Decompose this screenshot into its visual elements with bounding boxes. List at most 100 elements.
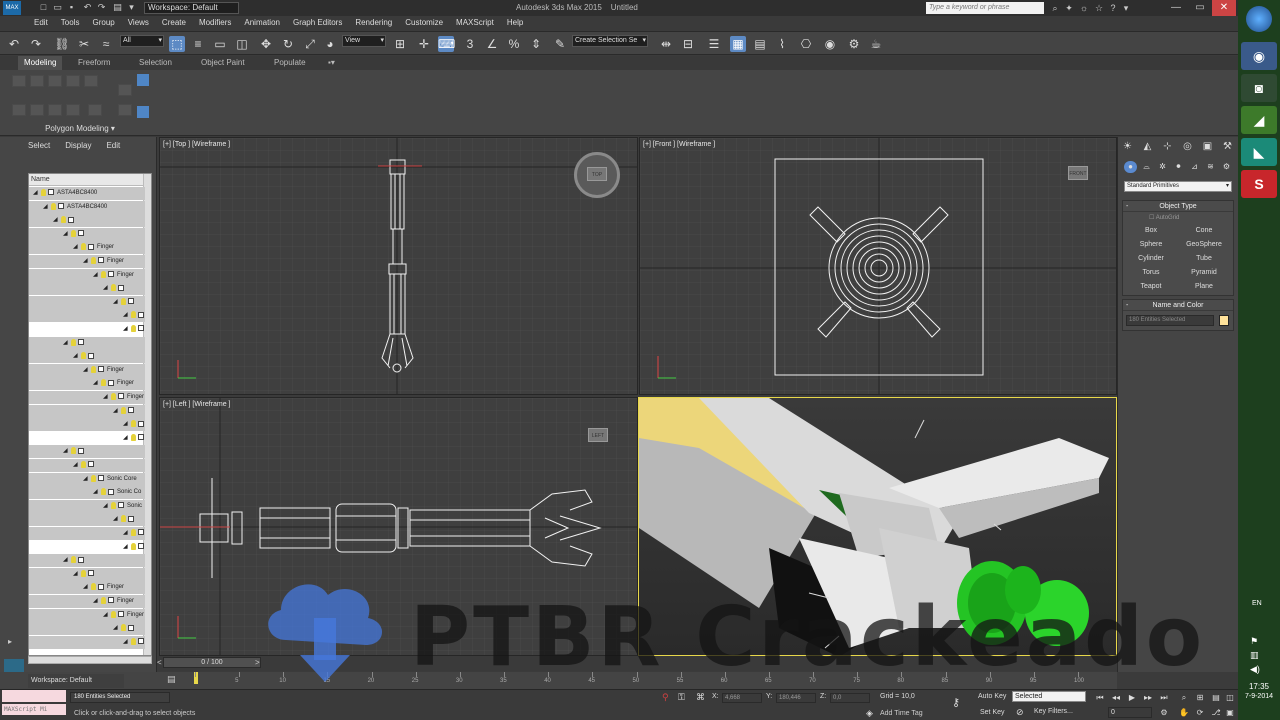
current-frame-field[interactable]: 0 bbox=[1108, 707, 1152, 718]
scene-tree-row[interactable]: ◢ bbox=[29, 554, 145, 568]
scene-tree-row[interactable]: ◢ bbox=[29, 418, 145, 432]
walk-through-icon[interactable]: ⎇ bbox=[1210, 707, 1222, 719]
select-object-icon[interactable]: ⬚ bbox=[169, 36, 185, 52]
expand-icon[interactable]: ◢ bbox=[113, 296, 119, 309]
menu-group[interactable]: Group bbox=[92, 16, 114, 30]
pivot-center-icon[interactable]: ⊞ bbox=[392, 36, 408, 52]
expand-icon[interactable]: ◢ bbox=[93, 269, 99, 282]
menu-help[interactable]: Help bbox=[507, 16, 523, 30]
3dsmax-taskbar-icon[interactable]: ◙ bbox=[1241, 74, 1277, 102]
viewcube-face[interactable]: TOP bbox=[587, 167, 607, 181]
expand-icon[interactable]: ◢ bbox=[93, 377, 99, 390]
expand-icon[interactable]: ◢ bbox=[73, 568, 79, 581]
column-header-name[interactable]: Name bbox=[29, 174, 145, 186]
visibility-bulb-icon[interactable] bbox=[131, 528, 136, 536]
volume-icon[interactable]: ◀) bbox=[1250, 664, 1260, 675]
solidworks-icon[interactable]: S bbox=[1241, 170, 1277, 198]
scene-tree-row[interactable]: ◢ bbox=[29, 214, 145, 228]
visibility-bulb-icon[interactable] bbox=[111, 501, 116, 509]
scene-tree-row[interactable]: ◢ bbox=[29, 635, 145, 649]
visibility-bulb-icon[interactable] bbox=[131, 542, 136, 550]
visibility-bulb-icon[interactable] bbox=[101, 488, 106, 496]
auto-key-button[interactable]: Auto Key bbox=[978, 693, 1006, 700]
select-by-name-icon[interactable]: ≡ bbox=[190, 36, 206, 52]
visibility-bulb-icon[interactable] bbox=[131, 433, 136, 441]
close-button[interactable]: ✕ bbox=[1212, 0, 1236, 16]
scene-tree-row[interactable]: ◢ bbox=[29, 282, 145, 296]
scene-tree-row[interactable]: ◢ Finger bbox=[29, 255, 145, 268]
viewport-label[interactable]: [+] [Left ] [Wireframe ] bbox=[163, 401, 231, 408]
geosphere-button[interactable]: GeoSphere bbox=[1179, 239, 1229, 251]
pyramid-button[interactable]: Pyramid bbox=[1179, 267, 1229, 279]
ribbon-tool-icon[interactable] bbox=[48, 75, 62, 87]
expand-icon[interactable]: ◢ bbox=[73, 241, 79, 254]
lights-icon[interactable]: ✲ bbox=[1156, 161, 1169, 173]
visibility-bulb-icon[interactable] bbox=[81, 352, 86, 360]
shapes-icon[interactable]: ⌓ bbox=[1140, 161, 1153, 173]
bind-space-warp-icon[interactable]: ≈ bbox=[98, 36, 114, 52]
set-key-button[interactable]: Set Key bbox=[980, 709, 1005, 716]
hold-icon[interactable]: ▤ bbox=[112, 2, 123, 13]
expand-icon[interactable]: ◢ bbox=[63, 337, 69, 350]
expand-icon[interactable]: ◢ bbox=[83, 581, 89, 594]
autogrid-checkbox[interactable]: ☐ AutoGrid bbox=[1149, 214, 1179, 221]
expand-icon[interactable]: ◢ bbox=[113, 513, 119, 526]
expand-icon[interactable]: ◢ bbox=[123, 323, 129, 336]
play-icon[interactable]: ▶ bbox=[1126, 692, 1138, 704]
visibility-bulb-icon[interactable] bbox=[101, 270, 106, 278]
expand-icon[interactable]: ◢ bbox=[83, 255, 89, 268]
space-warps-icon[interactable]: ≋ bbox=[1204, 161, 1217, 173]
visibility-bulb-icon[interactable] bbox=[71, 556, 76, 564]
scene-tree-row[interactable]: ◢ Finger bbox=[29, 581, 145, 595]
undo-icon[interactable]: ↶ bbox=[82, 2, 93, 13]
scene-tree-row[interactable]: ◢ Finger bbox=[29, 377, 145, 391]
nvidia-icon[interactable]: ◢ bbox=[1241, 106, 1277, 134]
visibility-bulb-icon[interactable] bbox=[51, 202, 56, 210]
ribbon-tool-icon[interactable] bbox=[12, 75, 26, 87]
visibility-bulb-icon[interactable] bbox=[131, 311, 136, 319]
ribbon-toggle-icon[interactable] bbox=[137, 74, 149, 86]
maximize-button[interactable]: ▭ bbox=[1188, 0, 1212, 16]
key-icon[interactable]: ⚷ bbox=[952, 696, 960, 709]
place-icon[interactable]: ◕ bbox=[322, 36, 338, 52]
save-file-icon[interactable]: ▪ bbox=[66, 2, 77, 13]
expand-icon[interactable]: ◢ bbox=[123, 432, 129, 445]
previous-frame-icon[interactable]: ◂◂ bbox=[1110, 692, 1122, 704]
menu-edit[interactable]: Edit bbox=[34, 16, 48, 30]
scene-tree-row[interactable]: ◢ bbox=[29, 459, 145, 472]
expand-icon[interactable]: ◢ bbox=[103, 500, 109, 513]
scene-tree-row[interactable]: ◢ ASTA4BC8400 bbox=[29, 187, 145, 200]
keyboard-shortcut-override-icon[interactable]: ⌨ bbox=[438, 36, 455, 52]
expand-icon[interactable]: ◢ bbox=[123, 636, 129, 649]
visibility-bulb-icon[interactable] bbox=[131, 420, 136, 428]
field-of-view-icon[interactable]: ▤ bbox=[1210, 692, 1222, 704]
network-icon[interactable]: ▥ bbox=[1250, 650, 1259, 661]
ribbon-tool-icon[interactable] bbox=[84, 75, 98, 87]
visibility-bulb-icon[interactable] bbox=[41, 188, 46, 196]
ribbon-tool-icon[interactable] bbox=[118, 84, 132, 96]
expand-icon[interactable]: ◢ bbox=[123, 418, 129, 431]
tab-object-paint[interactable]: Object Paint bbox=[195, 56, 251, 70]
next-frame-icon[interactable]: ▸▸ bbox=[1142, 692, 1154, 704]
key-mode-dropdown[interactable]: Selected bbox=[1012, 691, 1086, 702]
scroll-arrow-icon[interactable]: ▸ bbox=[8, 637, 12, 646]
undo-icon[interactable]: ↶ bbox=[6, 36, 22, 52]
window-crossing-icon[interactable]: ◫ bbox=[234, 36, 250, 52]
expand-icon[interactable]: ◢ bbox=[33, 187, 39, 200]
visibility-bulb-icon[interactable] bbox=[121, 297, 126, 305]
select-and-rotate-icon[interactable]: ↻ bbox=[280, 36, 296, 52]
scene-tree-row[interactable]: ◢ Finger bbox=[29, 268, 145, 282]
menu-modifiers[interactable]: Modifiers bbox=[199, 16, 231, 30]
z-field[interactable]: 0,0 bbox=[830, 693, 870, 703]
reference-coordinate-dropdown[interactable]: View bbox=[342, 35, 386, 47]
go-to-start-icon[interactable]: ⏮ bbox=[1094, 692, 1106, 704]
create-tab-icon[interactable]: ☀ bbox=[1120, 140, 1135, 154]
layer-manager-icon[interactable]: ☰ bbox=[706, 36, 722, 52]
visibility-bulb-icon[interactable] bbox=[121, 406, 126, 414]
flag-icon[interactable]: ⚑ bbox=[1250, 636, 1258, 647]
tab-populate[interactable]: Populate bbox=[268, 56, 312, 70]
key-filter-icon[interactable]: ⊘ bbox=[1016, 707, 1024, 718]
object-name-field[interactable]: 180 Entities Selected bbox=[1126, 315, 1214, 326]
scene-tree-row[interactable]: ◢ bbox=[29, 323, 145, 336]
isolate-selection-icon[interactable]: ⚲ bbox=[662, 692, 669, 703]
